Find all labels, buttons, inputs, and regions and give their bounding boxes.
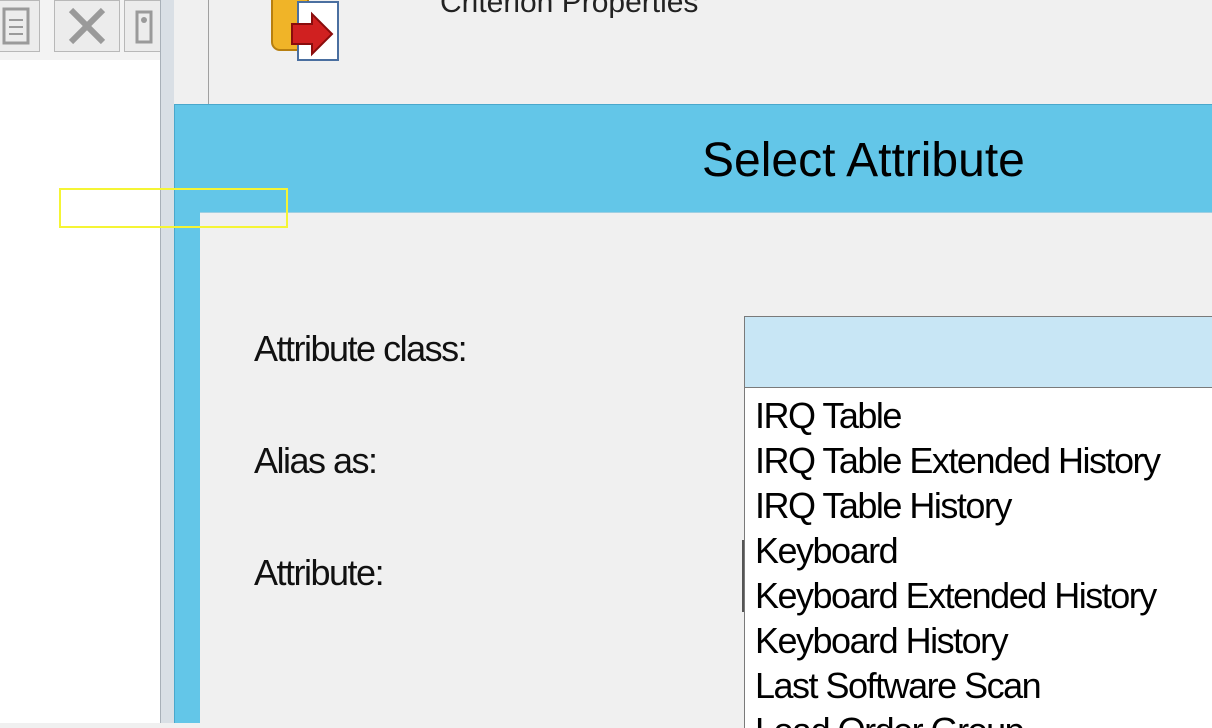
attribute-label: Attribute: — [254, 552, 385, 593]
toolbar — [0, 0, 164, 60]
window-title: Criterion Properties — [440, 0, 699, 19]
attribute-class-dropdown-list[interactable]: IRQ Table IRQ Table Extended History IRQ… — [744, 388, 1212, 728]
alias-as-label: Alias as: — [254, 440, 378, 481]
toolbar-button-document[interactable] — [0, 0, 40, 52]
toolbar-button-delete[interactable] — [54, 0, 120, 52]
delete-x-icon — [55, 1, 119, 51]
document-icon — [0, 1, 39, 51]
window-border — [208, 0, 209, 110]
dialog-title: Select Attribute — [702, 134, 1025, 187]
database-export-icon — [268, 0, 376, 64]
toolbar-button-tool[interactable] — [124, 0, 164, 52]
attribute-class-label: Attribute class: — [254, 328, 468, 369]
dropdown-item[interactable]: Keyboard — [755, 529, 899, 573]
attribute-class-combobox[interactable] — [744, 316, 1212, 388]
pane-splitter[interactable] — [160, 0, 174, 723]
dropdown-item[interactable]: Last Software Scan — [755, 664, 1042, 708]
dropdown-item[interactable]: IRQ Table Extended History — [755, 439, 1161, 483]
dropdown-item[interactable]: IRQ Table — [755, 394, 902, 438]
dropdown-item[interactable]: Load Order Group — [755, 709, 1025, 728]
dropdown-item[interactable]: IRQ Table History — [755, 484, 1012, 528]
tool-icon — [125, 1, 163, 51]
dropdown-item[interactable]: Keyboard History — [755, 619, 1009, 663]
dropdown-item[interactable]: Keyboard Extended History — [755, 574, 1157, 618]
left-pane — [0, 0, 164, 723]
focus-highlight-rectangle — [59, 188, 288, 228]
